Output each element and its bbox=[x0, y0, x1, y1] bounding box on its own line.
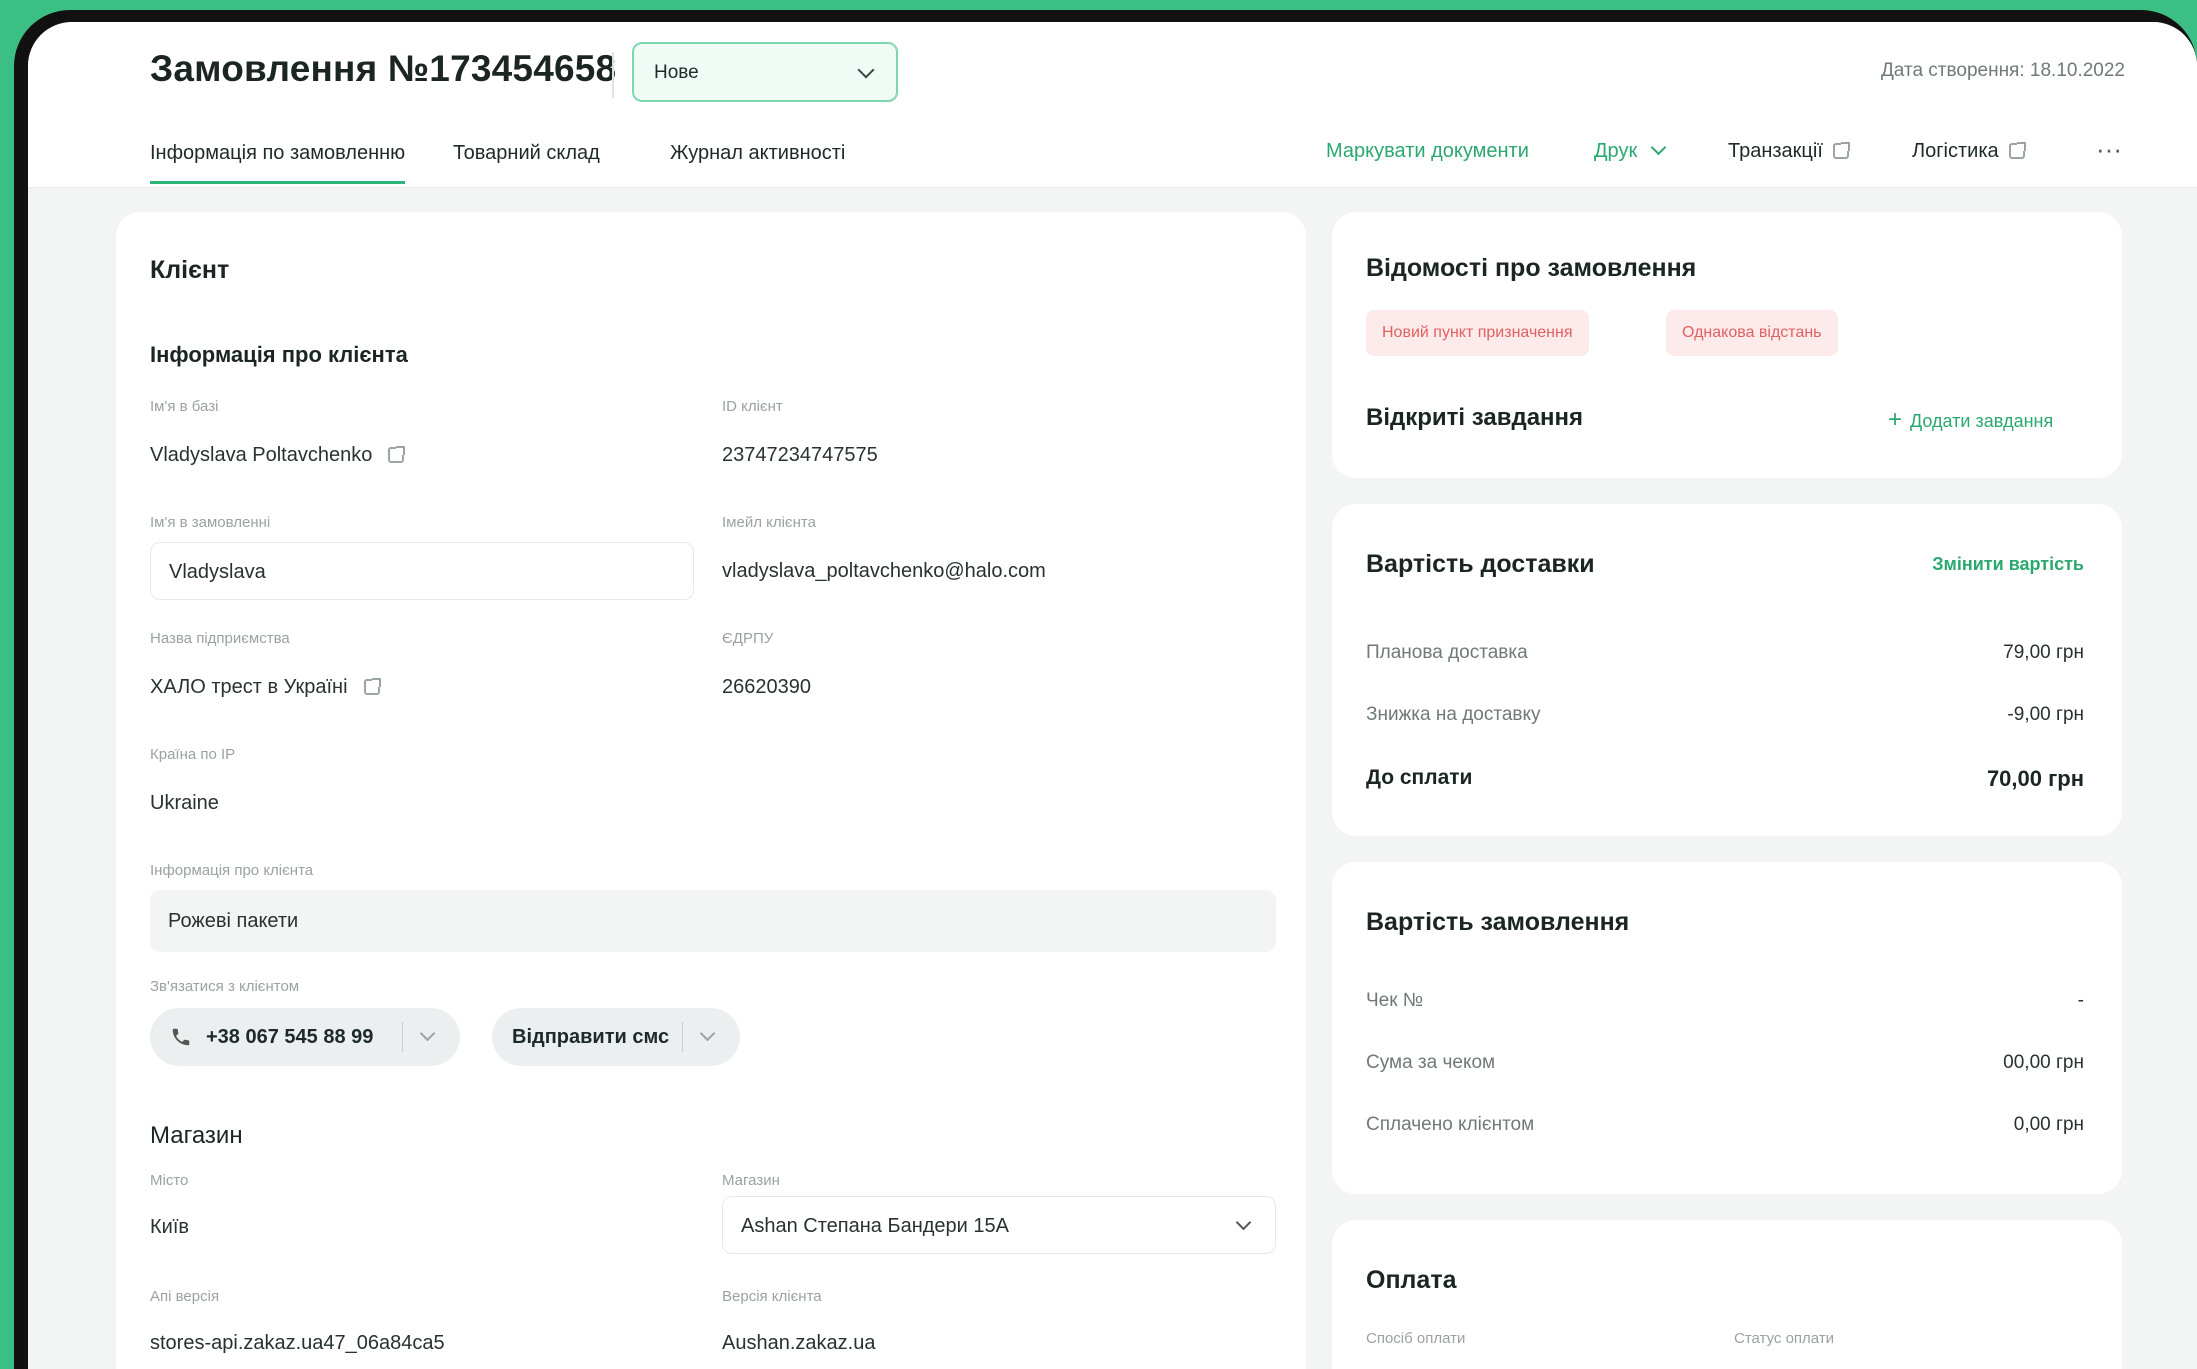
title-divider bbox=[612, 52, 614, 98]
chevron-down-icon bbox=[699, 1025, 716, 1042]
phone-number: +38 067 545 88 99 bbox=[206, 1026, 374, 1048]
receipt-sum-value: 00,00 грн bbox=[2003, 1052, 2084, 1073]
add-task-label: Додати завдання bbox=[1910, 411, 2054, 431]
external-link-icon bbox=[388, 446, 406, 463]
created-date: Дата створення: 18.10.2022 bbox=[1881, 60, 2125, 82]
pill-divider bbox=[402, 1022, 403, 1052]
api-version-value: stores-api.zakaz.ua47_06a84ca5 bbox=[150, 1332, 445, 1354]
send-sms-label: Відправити смс bbox=[512, 1026, 670, 1048]
tag-same-distance: Однакова відстань bbox=[1666, 310, 1838, 356]
client-card: Клієнт Інформація про клієнта Ім'я в баз… bbox=[116, 212, 1306, 1369]
country-value: Ukraine bbox=[150, 792, 219, 814]
store-label: Магазин bbox=[722, 1172, 780, 1189]
client-version-value: Aushan.zakaz.ua bbox=[722, 1332, 876, 1354]
tab-stock[interactable]: Товарний склад bbox=[453, 142, 600, 181]
email-label: Імейл клієнта bbox=[722, 514, 816, 531]
name-in-db-label: Ім'я в базі bbox=[150, 398, 219, 415]
planned-delivery-value: 79,00 грн bbox=[2003, 642, 2084, 663]
created-label: Дата створення: bbox=[1880, 60, 2025, 81]
name-in-order-value: Vladyslava bbox=[169, 561, 266, 583]
mark-documents-link[interactable]: Маркувати документи bbox=[1326, 140, 1529, 163]
open-tasks-title: Відкриті завдання bbox=[1366, 404, 1584, 431]
company-link[interactable]: ХАЛО трест в Україні bbox=[150, 676, 381, 699]
order-status-select[interactable]: Нове bbox=[632, 42, 898, 102]
page-title: Замовлення №173454658 bbox=[150, 48, 617, 89]
city-value: Київ bbox=[150, 1216, 190, 1238]
client-id-label: ID клієнт bbox=[722, 398, 783, 415]
planned-delivery-label: Планова доставка bbox=[1366, 642, 1528, 663]
tag-new-destination: Новий пункт призначення bbox=[1366, 310, 1589, 356]
plus-icon: + bbox=[1888, 406, 1903, 433]
pill-divider bbox=[682, 1022, 683, 1052]
order-info-title: Відомості про замовлення bbox=[1366, 254, 1697, 282]
transactions-link[interactable]: Транзакції bbox=[1728, 140, 1850, 163]
order-info-card: Відомості про замовлення Новий пункт при… bbox=[1332, 212, 2122, 478]
receipt-sum-label: Сума за чеком bbox=[1366, 1052, 1496, 1073]
chevron-down-icon bbox=[419, 1025, 436, 1042]
client-id-value: 23747234747575 bbox=[722, 444, 878, 466]
tab-activity-log[interactable]: Журнал активності bbox=[670, 142, 845, 181]
delivery-cost-title: Вартість доставки bbox=[1366, 550, 1595, 578]
client-info-title: Інформація про клієнта bbox=[150, 342, 408, 367]
client-version-label: Версія клієнта bbox=[722, 1288, 822, 1305]
country-label: Країна по IP bbox=[150, 746, 236, 763]
phone-icon bbox=[172, 1028, 190, 1046]
company-label: Назва підприємства bbox=[150, 630, 290, 647]
order-status-value: Нове bbox=[654, 62, 699, 83]
company-value: ХАЛО трест в Україні bbox=[150, 676, 348, 698]
order-cost-title: Вартість замовлення bbox=[1366, 908, 1630, 936]
email-value: vladyslava_poltavchenko@halo.com bbox=[722, 560, 1046, 582]
delivery-discount-label: Знижка на доставку bbox=[1366, 704, 1541, 725]
to-pay-label: До сплати bbox=[1366, 766, 1473, 789]
client-notes-label: Інформація про клієнта bbox=[150, 862, 314, 879]
name-in-order-input[interactable]: Vladyslava bbox=[150, 542, 694, 600]
chevron-down-icon bbox=[1650, 139, 1667, 156]
api-version-label: Апі версія bbox=[150, 1288, 220, 1305]
external-link-icon bbox=[363, 678, 381, 695]
add-task-button[interactable]: + Додати завдання bbox=[1888, 406, 2053, 434]
receipt-number-label: Чек № bbox=[1366, 990, 1424, 1011]
edrpou-label: ЄДРПУ bbox=[722, 630, 774, 647]
to-pay-value: 70,00 грн bbox=[1986, 766, 2084, 791]
phone-call-button[interactable]: +38 067 545 88 99 bbox=[150, 1008, 460, 1066]
logistics-label: Логістика bbox=[1912, 140, 1999, 162]
send-sms-button[interactable]: Відправити смс bbox=[492, 1008, 740, 1066]
chevron-down-icon bbox=[857, 61, 875, 79]
external-link-icon bbox=[2008, 142, 2026, 159]
print-menu[interactable]: Друк bbox=[1594, 139, 1667, 163]
client-notes-value: Рожеві пакети bbox=[168, 910, 299, 932]
city-label: Місто bbox=[150, 1172, 189, 1189]
store-section-title: Магазин bbox=[150, 1122, 243, 1149]
client-notes-field[interactable]: Рожеві пакети bbox=[150, 890, 1276, 952]
app-screen: Замовлення №173454658 Нове Дата створенн… bbox=[28, 22, 2197, 1369]
contact-label: Зв'язатися з клієнтом bbox=[150, 978, 300, 995]
paid-by-client-label: Сплачено клієнтом bbox=[1366, 1114, 1535, 1135]
client-section-title: Клієнт bbox=[150, 256, 230, 284]
transactions-label: Транзакції bbox=[1728, 140, 1823, 162]
name-in-db-value: Vladyslava Poltavchenko bbox=[150, 444, 373, 466]
store-value: Ashan Степана Бандери 15А bbox=[741, 1215, 1009, 1237]
paid-by-client-value: 0,00 грн bbox=[2013, 1114, 2084, 1135]
payment-method-label: Спосіб оплати bbox=[1366, 1330, 1466, 1347]
name-in-order-label: Ім'я в замовленні bbox=[150, 514, 271, 531]
external-link-icon bbox=[1832, 142, 1850, 159]
more-menu-icon[interactable]: ··· bbox=[2096, 134, 2122, 165]
edrpou-value: 26620390 bbox=[722, 676, 811, 698]
created-value: 18.10.2022 bbox=[2029, 60, 2125, 81]
change-cost-link[interactable]: Змінити вартість bbox=[1932, 554, 2084, 575]
delivery-discount-value: -9,00 грн bbox=[2007, 704, 2084, 725]
print-label: Друк bbox=[1594, 140, 1638, 162]
payment-title: Оплата bbox=[1366, 1266, 1457, 1294]
delivery-cost-card: Вартість доставки Змінити вартість Плано… bbox=[1332, 504, 2122, 836]
payment-card: Оплата Спосіб оплати Статус оплати bbox=[1332, 1220, 2122, 1369]
tab-order-info[interactable]: Інформація по замовленню bbox=[150, 142, 406, 184]
page-header: Замовлення №173454658 Нове Дата створенн… bbox=[28, 22, 2197, 188]
receipt-number-value: - bbox=[2077, 990, 2084, 1011]
chevron-down-icon bbox=[1235, 1214, 1252, 1231]
logistics-link[interactable]: Логістика bbox=[1912, 140, 2026, 163]
order-cost-card: Вартість замовлення Чек № - Сума за чеко… bbox=[1332, 862, 2122, 1194]
store-select[interactable]: Ashan Степана Бандери 15А bbox=[722, 1196, 1276, 1254]
payment-status-label: Статус оплати bbox=[1734, 1330, 1835, 1347]
name-in-db-link[interactable]: Vladyslava Poltavchenko bbox=[150, 444, 406, 467]
